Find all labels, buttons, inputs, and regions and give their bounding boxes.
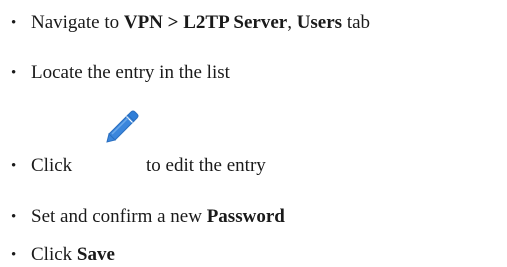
step-text: Set and confirm a new <box>31 206 207 227</box>
bullet: • <box>11 247 17 263</box>
step-edit: • Click to edit the entry <box>11 155 266 178</box>
bullet: • <box>11 65 17 81</box>
step-save: • Click Save <box>11 244 115 267</box>
bullet: • <box>11 15 17 31</box>
step-text: Locate the entry in the list <box>31 62 230 83</box>
bullet: • <box>11 158 17 174</box>
step-text: Navigate to <box>31 12 124 33</box>
bullet: • <box>11 209 17 225</box>
field-name: Password <box>206 206 285 227</box>
step-text: Click <box>31 155 73 176</box>
button-name: Save <box>76 244 115 265</box>
step-text: , <box>287 12 297 33</box>
pencil-edit-icon <box>102 106 142 146</box>
step-text: tab <box>342 12 371 33</box>
step-password: • Set and confirm a new Password <box>11 206 285 229</box>
menu-path: VPN > L2TP Server <box>123 12 288 33</box>
step-text: to edit the entry <box>146 155 266 176</box>
step-navigate: • Navigate to VPN > L2TP Server, Users ta… <box>11 12 370 35</box>
step-text: Click <box>31 244 77 265</box>
pencil-icon-graphic <box>106 110 139 143</box>
tab-name: Users <box>296 12 343 33</box>
step-locate: • Locate the entry in the list <box>11 62 230 85</box>
